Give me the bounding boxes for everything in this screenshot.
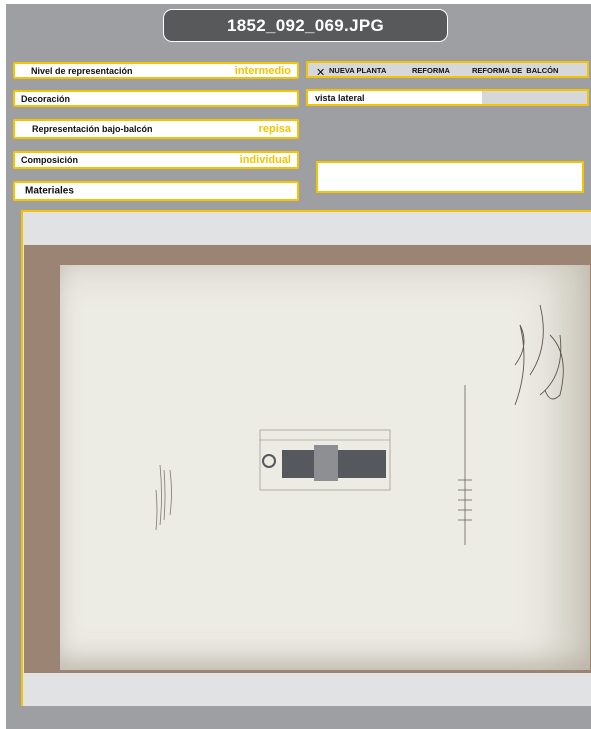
decoracion-field[interactable]: Decoración (13, 90, 299, 107)
signature-mark (514, 304, 564, 406)
nivel-representacion-field[interactable]: Nivel de representación intermedio (13, 62, 299, 79)
composicion-field[interactable]: Composición individual (13, 151, 299, 169)
materiales-field[interactable]: Materiales (13, 181, 299, 201)
notes-box[interactable] (316, 161, 584, 193)
composicion-value: individual (239, 154, 291, 166)
handwriting-left (155, 464, 172, 531)
materiales-label: Materiales (25, 185, 74, 197)
option-reforma[interactable]: REFORMA (412, 66, 450, 75)
scale-bar (458, 385, 472, 545)
vista-field[interactable]: vista lateral (306, 89, 589, 106)
drawing-svg (155, 304, 564, 545)
document-photo (24, 245, 591, 673)
checked-x-icon[interactable]: ✕ (316, 66, 325, 79)
balcony-drawing (259, 429, 391, 491)
option-nueva-planta[interactable]: NUEVA PLANTA (329, 66, 386, 75)
bajo-balcon-value: repisa (258, 123, 291, 135)
tipo-obra-bar: ✕ NUEVA PLANTA REFORMA REFORMA DE BALCÓN (306, 61, 589, 79)
paper-sheet (60, 265, 590, 670)
bajo-balcon-label: Representación bajo-balcón (32, 124, 153, 134)
decoracion-label: Decoración (21, 93, 71, 104)
option-reforma-balcon[interactable]: REFORMA DE BALCÓN (472, 66, 558, 75)
vista-label: vista lateral (315, 93, 365, 103)
bajo-balcon-field[interactable]: Representación bajo-balcón repisa (13, 119, 299, 139)
nivel-representacion-value: intermedio (234, 64, 291, 77)
nivel-representacion-label: Nivel de representación (31, 65, 133, 76)
composicion-label: Composición (21, 155, 79, 165)
image-title: 1852_092_069.JPG (163, 9, 448, 42)
